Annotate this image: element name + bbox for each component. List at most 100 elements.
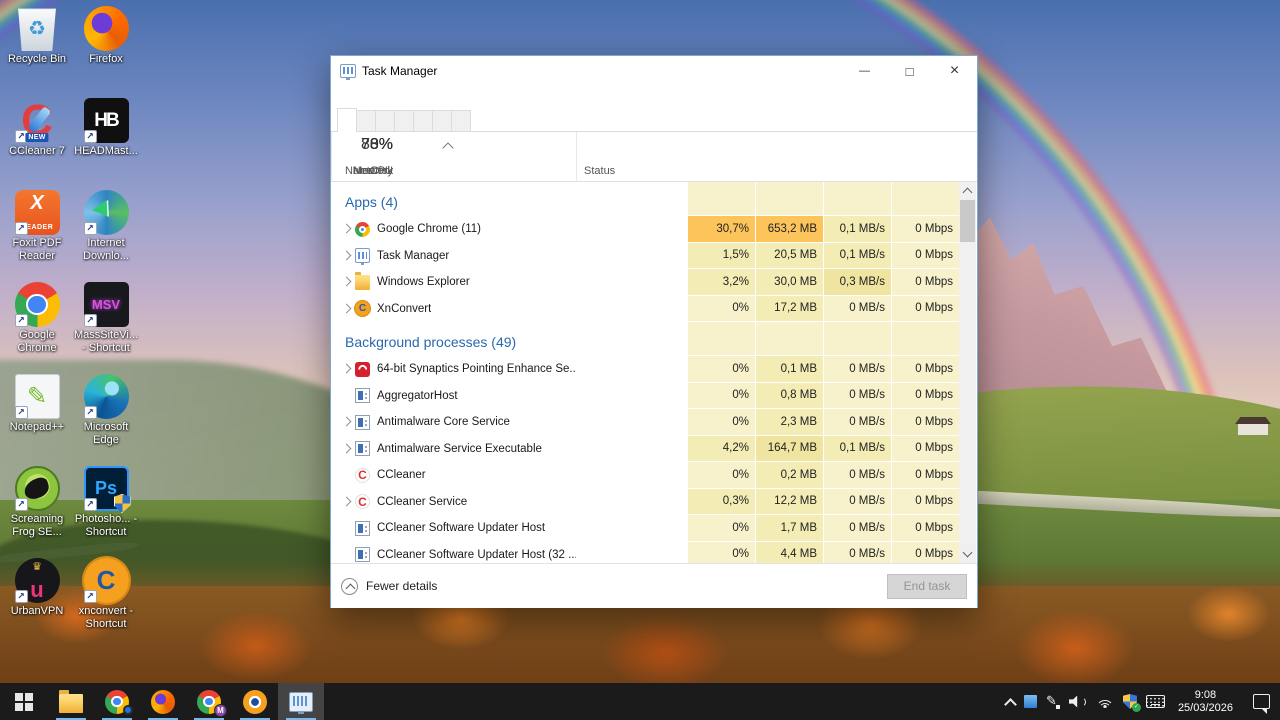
group-header-row[interactable]: Apps (4) (331, 182, 959, 216)
desktop-icon[interactable]: ↗ HEADMast... (73, 98, 139, 190)
disk-cell: 0,1 MB/s (823, 216, 891, 243)
desktop-icon[interactable]: ↗ Internet Downlo... (73, 190, 139, 282)
action-center-icon[interactable] (1253, 694, 1270, 714)
defender-shield-icon[interactable] (1122, 694, 1141, 712)
tab[interactable] (432, 110, 452, 131)
taskbar-app-button[interactable] (48, 683, 94, 720)
touch-keyboard-icon[interactable] (1145, 695, 1165, 708)
process-row[interactable]: Antimalware Core Service 0% 2,3 MB 0 MB/… (331, 409, 959, 436)
desktop-icon-label: Microsoft Edge (83, 421, 129, 446)
maximize-button[interactable]: □ (887, 56, 932, 86)
process-icon (355, 547, 370, 563)
network-cell: 0 Mbps (891, 382, 959, 409)
process-row[interactable]: CCleaner 0% 0,2 MB 0 MB/s 0 Mbps (331, 462, 959, 489)
column-header-status[interactable]: Status (576, 132, 687, 182)
desktop-icon-label: Screaming Frog SE... (10, 513, 64, 538)
status-cell (576, 216, 687, 243)
desktop-icon[interactable]: ↗ Notepad++ (4, 374, 70, 466)
menu-item[interactable] (354, 95, 368, 99)
network-cell: 0 Mbps (891, 541, 959, 563)
desktop-icon-label: Recycle Bin (7, 53, 67, 65)
end-task-button[interactable]: End task (887, 573, 967, 599)
column-header-usage[interactable]: 0% Network (331, 132, 399, 182)
process-row[interactable]: Antimalware Service Executable 4,2% 164,… (331, 435, 959, 462)
scrollbar-thumb[interactable] (960, 200, 975, 242)
usage-label: Network (352, 165, 393, 177)
desktop-icon[interactable]: ↗ MassSiteVi... - Shortcut (73, 282, 139, 374)
expand-chevron-icon[interactable] (339, 364, 355, 374)
desktop-icon-grid: ↗ Recycle Bin ↗ Firefox ↗ NEW CCleaner 7… (4, 6, 139, 650)
tab[interactable] (337, 108, 357, 132)
process-row[interactable]: Task Manager 1,5% 20,5 MB 0,1 MB/s 0 Mbp… (331, 242, 959, 269)
tab[interactable] (356, 110, 376, 131)
taskbar-app-button[interactable] (278, 683, 324, 720)
desktop-icon[interactable]: ↗ Firefox (73, 6, 139, 98)
desktop-icon[interactable]: ↗ Foxit PDF Reader (4, 190, 70, 282)
title-bar[interactable]: Task Manager — □ × (331, 56, 977, 86)
tab[interactable] (394, 110, 414, 131)
tab[interactable] (451, 110, 471, 131)
process-icon (355, 414, 370, 430)
taskbar-app-icon (59, 690, 83, 713)
tab[interactable] (375, 110, 395, 131)
taskbar-app-button[interactable] (94, 683, 140, 720)
desktop-icon[interactable]: ↗ Screaming Frog SE... (4, 466, 70, 558)
wifi-icon[interactable] (1095, 695, 1114, 708)
minimize-button[interactable]: — (842, 56, 887, 86)
desktop-icon[interactable]: ↗ UrbanVPN (4, 558, 70, 650)
expand-chevron-icon[interactable] (339, 444, 355, 454)
expand-chevron-icon[interactable] (339, 251, 355, 261)
start-button[interactable] (0, 683, 48, 720)
memory-cell: 653,2 MB (755, 216, 823, 243)
process-row[interactable]: Windows Explorer 3,2% 30,0 MB 0,3 MB/s 0… (331, 269, 959, 296)
group-label: Background processes (49) (345, 334, 517, 350)
taskbar-clock[interactable]: 9:08 25/03/2026 (1174, 689, 1237, 715)
taskbar-app-button[interactable]: M (186, 683, 232, 720)
memory-cell: 0,1 MB (755, 356, 823, 383)
desktop-icon[interactable]: ↗ Recycle Bin (4, 6, 70, 98)
group-header-row[interactable]: Background processes (49) (331, 322, 959, 356)
pen-input-icon[interactable] (1046, 693, 1060, 709)
process-list: Apps (4) Google Chrome (11) 30,7% 653,2 … (331, 182, 959, 563)
menu-item[interactable] (368, 95, 382, 99)
expand-chevron-icon[interactable] (339, 277, 355, 287)
status-cell (576, 489, 687, 516)
desktop-icon[interactable]: ↗ Google Chrome (4, 282, 70, 374)
disk-cell: 0 MB/s (823, 382, 891, 409)
desktop-icon[interactable]: ↗ Microsoft Edge (73, 374, 139, 466)
desktop-icon[interactable]: ↗ Photosho... - Shortcut (73, 466, 139, 558)
network-cell: 0 Mbps (891, 295, 959, 322)
vertical-scrollbar[interactable] (959, 182, 976, 563)
taskbar-app-button[interactable] (232, 683, 278, 720)
process-row[interactable]: 64-bit Synaptics Pointing Enhance Se... … (331, 356, 959, 383)
desktop-icon[interactable]: ↗ NEW CCleaner 7 (4, 98, 70, 190)
volume-icon[interactable] (1068, 695, 1087, 709)
expand-chevron-icon[interactable] (339, 224, 355, 234)
tab[interactable] (413, 110, 433, 131)
process-icon (355, 441, 370, 457)
process-row[interactable]: CCleaner Software Updater Host 0% 1,7 MB… (331, 515, 959, 542)
process-row[interactable]: CCleaner Software Updater Host (32 ... 0… (331, 541, 959, 563)
close-button[interactable]: × (932, 56, 977, 86)
scroll-up-icon[interactable] (959, 182, 976, 199)
process-row[interactable]: XnConvert 0% 17,2 MB 0 MB/s 0 Mbps (331, 295, 959, 322)
app-window-icon[interactable] (1023, 695, 1037, 708)
process-name: CCleaner Software Updater Host (377, 522, 546, 535)
hidden-icons-chevron-icon[interactable] (1006, 697, 1015, 706)
cpu-cell: 0% (687, 515, 755, 542)
expand-chevron-icon[interactable] (339, 304, 355, 314)
process-row[interactable]: Google Chrome (11) 30,7% 653,2 MB 0,1 MB… (331, 216, 959, 243)
menu-item[interactable] (340, 95, 354, 99)
process-row[interactable]: AggregatorHost 0% 0,8 MB 0 MB/s 0 Mbps (331, 382, 959, 409)
taskbar-app-button[interactable] (140, 683, 186, 720)
fewer-details-toggle[interactable]: Fewer details (341, 577, 437, 595)
status-cell (576, 515, 687, 542)
status-cell (576, 356, 687, 383)
expand-chevron-icon[interactable] (339, 417, 355, 427)
scroll-down-icon[interactable] (959, 546, 976, 563)
process-row[interactable]: CCleaner Service 0,3% 12,2 MB 0 MB/s 0 M… (331, 488, 959, 516)
cpu-cell: 0% (687, 541, 755, 563)
expand-chevron-icon[interactable] (339, 497, 355, 507)
desktop-icon[interactable]: ↗ xnconvert - Shortcut (73, 558, 139, 650)
chevron-up-circle-icon (341, 577, 358, 595)
